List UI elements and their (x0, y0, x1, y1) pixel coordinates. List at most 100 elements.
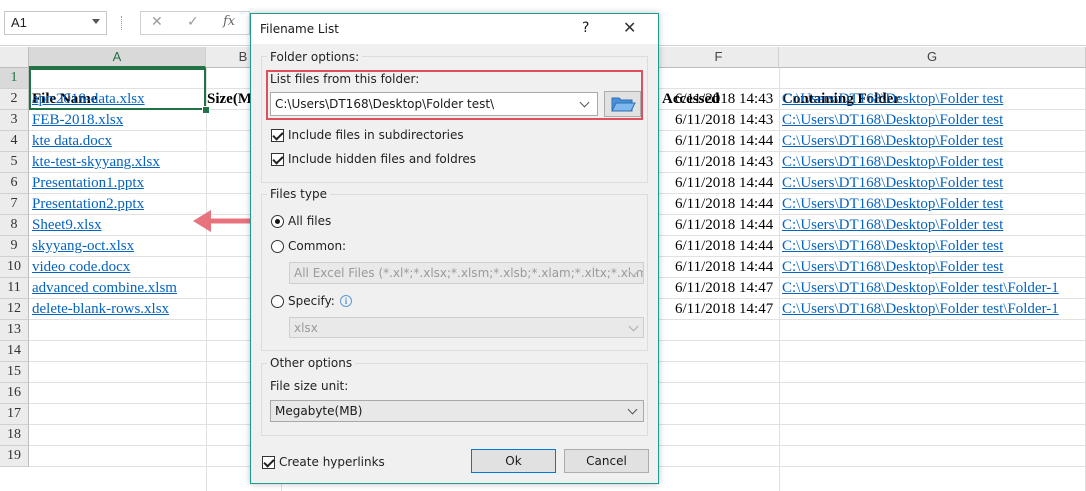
folder-link[interactable]: C:\Users\DT168\Desktop\Folder test (782, 257, 1003, 277)
create-hyperlinks-label[interactable]: Create hyperlinks (279, 455, 385, 469)
accessed-cell[interactable]: 6/11/2018 14:43 (675, 89, 773, 109)
accessed-cell[interactable]: 6/11/2018 14:44 (675, 194, 773, 214)
select-all-corner[interactable] (0, 47, 29, 68)
info-icon[interactable]: i (340, 295, 352, 307)
specify-extension-combo[interactable]: xlsx (289, 317, 644, 338)
row-header[interactable]: 10 (0, 257, 29, 278)
row-header[interactable]: 9 (0, 236, 29, 257)
file-size-unit-value: Megabyte(MB) (275, 404, 363, 418)
folder-link[interactable]: C:\Users\DT168\Desktop\Folder test (782, 173, 1003, 193)
row-header[interactable]: 16 (0, 383, 29, 404)
accessed-cell[interactable]: 6/11/2018 14:47 (675, 278, 773, 298)
chevron-down-icon[interactable] (579, 97, 590, 108)
row-header[interactable]: 11 (0, 278, 29, 299)
insert-function-icon[interactable]: fx (223, 14, 235, 29)
file-name-link[interactable]: Sheet9.xlsx (32, 215, 102, 235)
include-hidden-checkbox[interactable] (271, 153, 284, 166)
accessed-cell[interactable]: 6/11/2018 14:44 (675, 236, 773, 256)
folder-link[interactable]: C:\Users\DT168\Desktop\Folder test\Folde… (782, 278, 1059, 298)
folder-options-legend: Folder options: (267, 50, 363, 64)
file-name-link[interactable]: skyyang-oct.xlsx (32, 236, 134, 256)
files-type-legend: Files type (267, 187, 330, 201)
grid-line (779, 68, 780, 491)
row-header[interactable]: 5 (0, 152, 29, 173)
row-header[interactable]: 3 (0, 110, 29, 131)
row-header[interactable]: 17 (0, 404, 29, 425)
column-header-a[interactable]: A (29, 47, 206, 68)
folder-link[interactable]: C:\Users\DT168\Desktop\Folder test (782, 215, 1003, 235)
specify-radio[interactable] (271, 295, 284, 308)
common-label[interactable]: Common: (288, 239, 346, 253)
enter-icon[interactable]: ✓ (187, 14, 199, 30)
row-header[interactable]: 8 (0, 215, 29, 236)
row-header[interactable]: 12 (0, 299, 29, 320)
create-hyperlinks-checkbox[interactable] (262, 456, 275, 469)
file-name-link[interactable]: video code.docx (32, 257, 130, 277)
folder-link[interactable]: C:\Users\DT168\Desktop\Folder test (782, 152, 1003, 172)
file-name-link[interactable]: Presentation2.pptx (32, 194, 144, 214)
file-name-link[interactable]: delete-blank-rows.xlsx (32, 299, 169, 319)
file-name-link[interactable]: kte-test-skyyang.xlsx (32, 152, 160, 172)
chevron-down-icon[interactable] (628, 321, 639, 332)
include-subdirectories-checkbox[interactable] (271, 129, 284, 142)
folder-path-combo[interactable]: C:\Users\DT168\Desktop\Folder test\ (270, 92, 598, 116)
all-files-label[interactable]: All files (288, 214, 331, 228)
include-hidden-label[interactable]: Include hidden files and foldres (288, 152, 476, 166)
row-header[interactable]: 1 (0, 68, 29, 89)
column-header-g[interactable]: G (779, 47, 1086, 68)
list-files-label: List files from this folder: (270, 72, 420, 86)
include-subdirectories-label[interactable]: Include files in subdirectories (288, 128, 464, 142)
file-name-link[interactable]: advanced combine.xlsm (32, 278, 177, 298)
common-radio[interactable] (271, 240, 284, 253)
header-size[interactable]: Size(M (207, 89, 250, 109)
other-options-legend: Other options (267, 356, 356, 370)
help-icon[interactable]: ? (582, 20, 589, 36)
folder-link[interactable]: C:\Users\DT168\Desktop\Folder test (782, 236, 1003, 256)
folder-link[interactable]: C:\Users\DT168\Desktop\Folder test\Folde… (782, 299, 1059, 319)
common-files-combo[interactable]: All Excel Files (*.xl*;*.xlsx;*.xlsm;*.x… (289, 262, 644, 284)
row-header[interactable]: 15 (0, 362, 29, 383)
row-header[interactable]: 7 (0, 194, 29, 215)
chevron-down-icon[interactable] (92, 19, 100, 24)
file-name-link[interactable]: kte data.docx (32, 131, 112, 151)
row-header[interactable]: 6 (0, 173, 29, 194)
ok-button[interactable]: Ok (471, 449, 556, 473)
accessed-cell[interactable]: 6/11/2018 14:44 (675, 131, 773, 151)
folder-link[interactable]: C:\Users\DT168\Desktop\Folder test (782, 110, 1003, 130)
arrow-left-icon (193, 210, 251, 232)
row-header[interactable]: 19 (0, 446, 29, 467)
folder-link[interactable]: C:\Users\DT168\Desktop\Folder test (782, 89, 1003, 109)
accessed-cell[interactable]: 6/11/2018 14:43 (675, 152, 773, 172)
close-icon[interactable]: ✕ (623, 18, 636, 37)
browse-folder-button[interactable] (604, 91, 641, 117)
cancel-button[interactable]: Cancel (564, 449, 649, 473)
grid-line (206, 68, 207, 491)
fill-handle[interactable] (202, 106, 210, 114)
row-header[interactable]: 4 (0, 131, 29, 152)
accessed-cell[interactable]: 6/11/2018 14:44 (675, 257, 773, 277)
row-header[interactable]: 14 (0, 341, 29, 362)
folder-link[interactable]: C:\Users\DT168\Desktop\Folder test (782, 194, 1003, 214)
chevron-down-icon[interactable] (627, 404, 638, 415)
file-size-unit-combo[interactable]: Megabyte(MB) (270, 400, 644, 422)
file-name-link[interactable]: FEB-2018.xlsx (32, 110, 123, 130)
column-header-f[interactable]: F (659, 47, 779, 68)
file-size-unit-label: File size unit: (270, 379, 349, 393)
folder-link[interactable]: C:\Users\DT168\Desktop\Folder test (782, 131, 1003, 151)
accessed-cell[interactable]: 6/11/2018 14:44 (675, 173, 773, 193)
active-cell-selection (29, 68, 206, 110)
file-name-link[interactable]: Presentation1.pptx (32, 173, 144, 193)
all-files-radio[interactable] (271, 215, 284, 228)
row-header[interactable]: 18 (0, 425, 29, 446)
accessed-cell[interactable]: 6/11/2018 14:43 (675, 110, 773, 130)
folder-open-icon (610, 97, 636, 112)
folder-path-value: C:\Users\DT168\Desktop\Folder test\ (275, 97, 495, 111)
specify-label[interactable]: Specify: (288, 294, 335, 308)
row-header[interactable]: 2 (0, 89, 29, 110)
row-header[interactable]: 13 (0, 320, 29, 341)
cancel-icon[interactable]: ✕ (151, 14, 163, 30)
accessed-cell[interactable]: 6/11/2018 14:44 (675, 215, 773, 235)
accessed-cell[interactable]: 6/11/2018 14:47 (675, 299, 773, 319)
name-box-value: A1 (11, 15, 27, 30)
name-box[interactable]: A1 (4, 11, 107, 35)
